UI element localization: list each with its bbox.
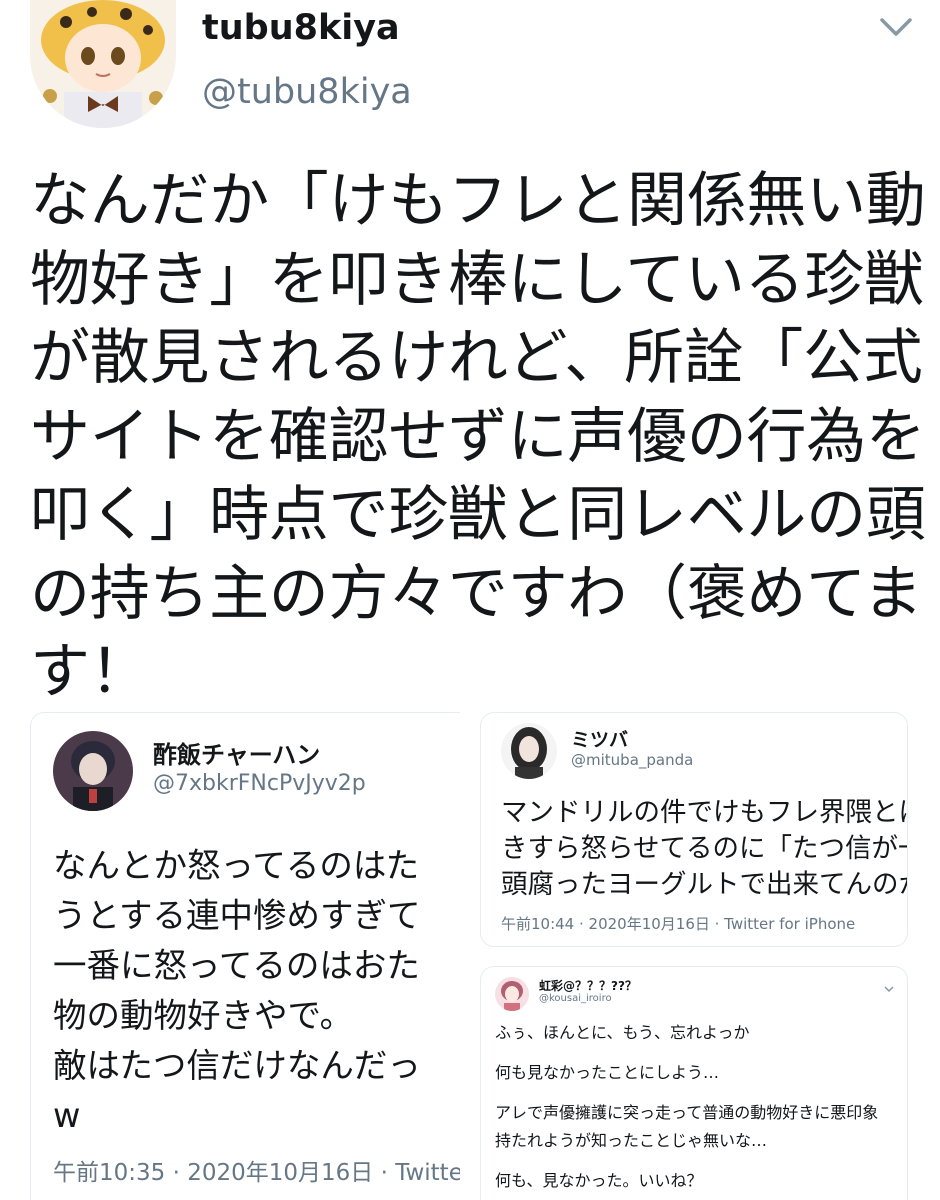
- tweet-text: ふぅ、ほんとに、もう、忘れよっか 何も見なかったことにしよう… アレで声優擁護に…: [495, 1019, 905, 1195]
- avatar[interactable]: [30, 0, 176, 128]
- tweet-text-line: 何も見なかったことにしよう…: [495, 1063, 720, 1082]
- line-spacer: [495, 1087, 905, 1099]
- tweet-text-line: マンドリルの件でけもフレ界隈とは: [501, 797, 908, 828]
- display-name: ミツバ: [571, 729, 629, 751]
- avatar: [495, 977, 529, 1011]
- avatar-illustration: [30, 0, 176, 128]
- tweet-text: なんとか怒ってるのはた うとする連中惨めすぎて 一番に怒ってるのはおた 物の動物…: [53, 841, 460, 1141]
- tweet-text: なんだか「けもフレと関係無い動 物好き」を叩き棒にしている珍獣 が散見されるけれ…: [30, 162, 926, 712]
- embedded-tweet-screenshot[interactable]: 虹彩@？？？??？ @kousai_iroiro ふぅ、ほんとに、もう、忘れよっ…: [480, 966, 908, 1200]
- tweet-text-line: サイトを確認せずに声優の行為を: [30, 401, 926, 472]
- line-spacer: [495, 1155, 905, 1167]
- tweet-text-line: が散見されるけれど、所詮「公式: [30, 323, 923, 393]
- line-spacer: [495, 1047, 905, 1059]
- chevron-down-icon[interactable]: [876, 12, 916, 42]
- user-handle[interactable]: @tubu8kiya: [202, 72, 412, 112]
- display-name: 虹彩@？？？??？: [539, 979, 637, 993]
- timestamp: 午前10:35 · 2020年10月16日 · Twitter: [53, 1160, 460, 1186]
- display-name: 酢飯チャーハン: [153, 741, 321, 769]
- tweet-text-line: 頭腐ったヨーグルトで出来てんのか: [501, 869, 908, 900]
- tweet-text-line: きすら怒らせてるのに「たつ信が一: [501, 833, 908, 864]
- avatar: [501, 723, 557, 779]
- tweet-text-line: 物好き」を叩き棒にしている珍獣: [30, 244, 924, 315]
- tweet-text-line: 持たれようが知ったことじゃ無いな…: [495, 1131, 768, 1150]
- tweet-text-line: 物の動物好きやで。: [53, 996, 354, 1035]
- tweet-text-line: アレで声優擁護に突っ走って普通の動物好きに悪印象: [495, 1103, 879, 1122]
- tweet-text-line: なんとか怒ってるのはた: [53, 846, 420, 885]
- timestamp: 午前10:44 · 2020年10月16日 · Twitter for iPho…: [501, 915, 856, 933]
- user-handle: @7xbkrFNcPvJyv2p: [153, 771, 366, 796]
- tweet-text-line: 叩く」時点で珍獣と同レベルの頭: [30, 480, 926, 550]
- tweet-text-line: 一番に怒ってるのはおた: [53, 946, 420, 985]
- embedded-tweet-screenshot[interactable]: 酢飯チャーハン @7xbkrFNcPvJyv2p なんとか怒ってるのはた うとす…: [30, 712, 460, 1200]
- tweet-text-line: なんだか「けもフレと関係無い動: [30, 166, 926, 236]
- chevron-down-icon: [883, 979, 895, 993]
- user-handle: @mituba_panda: [571, 751, 694, 769]
- embedded-tweet-screenshot[interactable]: ミツバ @mituba_panda マンドリルの件でけもフレ界隈とは きすら怒ら…: [480, 712, 908, 947]
- avatar: [53, 731, 133, 811]
- tweet-text: マンドリルの件でけもフレ界隈とは きすら怒らせてるのに「たつ信が一 頭腐ったヨー…: [501, 795, 908, 903]
- tweet-text-line: 敵はたつ信だけなんだっ: [53, 1046, 421, 1085]
- user-handle: @kousai_iroiro: [539, 993, 612, 1004]
- tweet-text-line: 何も、見なかった。いいね？: [495, 1171, 703, 1190]
- tweet-text-line: w: [53, 1096, 81, 1135]
- tweet-text-line: ふぅ、ほんとに、もう、忘れよっか: [495, 1023, 750, 1042]
- tweet-text-line: うとする連中惨めすぎて: [53, 896, 421, 935]
- display-name[interactable]: tubu8kiya: [202, 8, 400, 48]
- tweet-text-line: の持ち主の方々ですわ（褒めてま: [30, 558, 923, 629]
- tweet-text-line: す！: [30, 637, 150, 707]
